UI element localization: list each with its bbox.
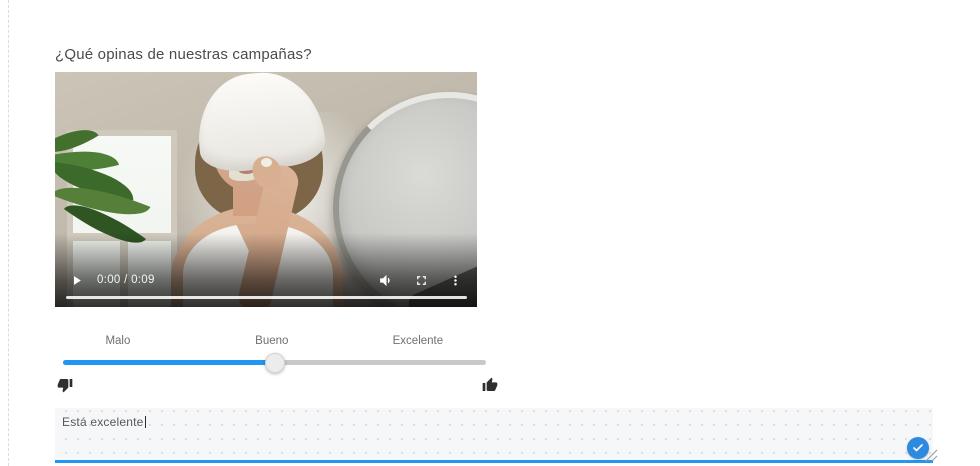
comment-textarea[interactable]: Está excelente [55,408,938,463]
slider-endpoint-icons [55,376,498,396]
video-progress-bar[interactable] [66,296,467,299]
slider-label-bueno: Bueno [255,335,289,347]
volume-icon[interactable] [378,272,395,289]
resize-handle-icon[interactable] [924,448,938,462]
play-icon[interactable] [69,273,84,288]
slider-label-malo: Malo [105,335,131,347]
thumbs-up-icon [482,377,498,398]
video-controls: 0:00 / 0:09 [55,267,477,293]
question-title: ¿Qué opinas de nuestras campañas? [55,46,312,63]
slider-fill [63,360,275,365]
rating-slider: Malo Bueno Excelente [55,335,486,377]
panel-dashed-divider [8,0,9,466]
video-player[interactable]: 0:00 / 0:09 [55,72,477,307]
more-options-icon[interactable] [448,273,463,288]
thumbs-down-icon [57,377,73,398]
slider-label-excelente: Excelente [392,335,444,347]
slider-handle[interactable] [264,352,285,373]
text-cursor [144,416,146,428]
video-time-display: 0:00 / 0:09 [97,274,155,286]
check-icon [912,442,924,454]
slider-track[interactable] [63,352,486,373]
comment-text: Está excelente [62,415,146,429]
fullscreen-icon[interactable] [414,273,429,288]
